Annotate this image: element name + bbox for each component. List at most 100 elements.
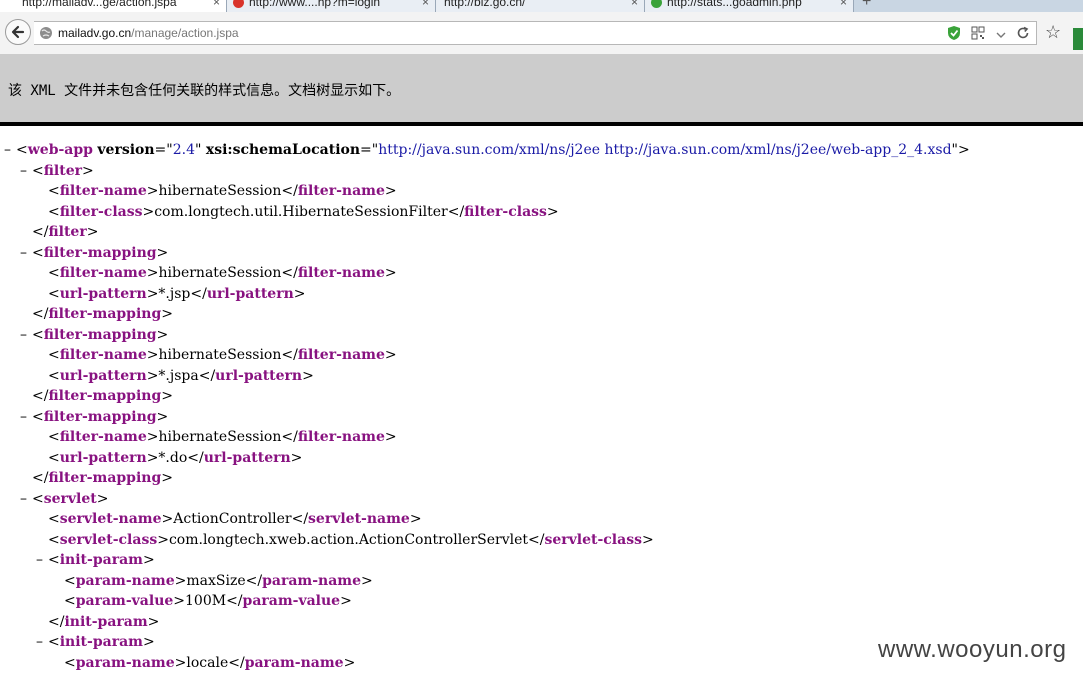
xml-line: – <filter-mapping> <box>20 325 168 345</box>
xml-attribute-value: 2.4 <box>172 142 195 158</box>
xml-text: *.do <box>158 449 188 466</box>
xml-punctuation: < <box>32 326 44 343</box>
xml-punctuation: </ <box>187 449 204 466</box>
xml-text: *.jspa <box>158 367 199 384</box>
xml-text: com.longtech.xweb.action.ActionControlle… <box>168 531 529 548</box>
xml-punctuation: < <box>48 634 60 650</box>
xml-punctuation: < <box>48 429 60 445</box>
xml-tag-name: filter-name <box>59 347 147 363</box>
xml-text: hibernateSession <box>158 347 282 363</box>
xml-notice-banner: 该 XML 文件并未包含任何关联的样式信息。文档树显示如下。 <box>0 54 1083 122</box>
xml-tag-name: filter-name <box>59 183 147 199</box>
xml-line: </init-param> <box>36 612 159 632</box>
xml-tag-name: init-param <box>64 613 148 630</box>
xml-line: <url-pattern>*.jspa</url-pattern> <box>36 366 314 386</box>
xml-punctuation: > <box>293 285 306 302</box>
divider <box>0 122 1083 126</box>
xml-text: locale <box>186 654 229 671</box>
tab-2-favicon-icon <box>233 0 244 8</box>
xml-line: <param-name>locale</param-name> <box>52 653 355 673</box>
close-icon[interactable]: × <box>213 0 220 8</box>
xml-punctuation: </ <box>48 613 65 630</box>
xml-punctuation: > <box>384 183 397 199</box>
xml-line: – <init-param> <box>36 550 155 570</box>
close-icon[interactable]: × <box>422 0 429 8</box>
xml-punctuation: > <box>641 531 654 548</box>
xml-punctuation: </ <box>228 654 245 671</box>
xml-line: – <init-param> <box>36 632 155 652</box>
xml-line: – <filter-mapping> <box>20 243 168 263</box>
xml-punctuation: < <box>48 511 60 527</box>
reload-icon[interactable] <box>1016 26 1030 45</box>
xml-punctuation: > <box>142 634 155 650</box>
xml-text: *.jsp <box>158 285 191 302</box>
xml-tag-name: param-value <box>242 593 341 609</box>
xml-punctuation: =" <box>154 142 173 158</box>
xml-text: maxSize <box>186 572 246 589</box>
tab-3-title: http://biz.go.cn/ <box>444 0 526 9</box>
qr-code-icon[interactable] <box>971 26 985 45</box>
tab-2-title: http://www....hp?m=login <box>249 0 381 9</box>
xml-punctuation: > <box>161 306 173 322</box>
bookmark-star-icon[interactable]: ☆ <box>1045 22 1061 42</box>
xml-line: <filter-name>hibernateSession</filter-na… <box>36 345 397 365</box>
collapse-toggle[interactable]: – <box>36 632 48 652</box>
toolbar-extension-icon[interactable] <box>1073 28 1083 50</box>
address-bar[interactable]: mailadv.go.cn/manage/action.jspa <box>34 21 1037 45</box>
tab-3[interactable]: http://biz.go.cn/ × <box>436 0 645 12</box>
xml-tag-name: filter-name <box>59 429 147 445</box>
xml-tag-name: filter-mapping <box>43 326 157 343</box>
tab-4[interactable]: http://stats...goadmin.php × <box>645 0 854 12</box>
xml-punctuation: > <box>161 511 174 527</box>
xml-line: – <servlet> <box>20 489 108 509</box>
xml-tag-name: param-name <box>262 572 361 589</box>
xml-text: com.longtech.util.HibernateSessionFilter <box>154 203 448 220</box>
xml-tag-name: filter-mapping <box>43 408 157 425</box>
xml-punctuation: < <box>16 142 28 158</box>
xml-punctuation: > <box>384 265 397 281</box>
xml-attribute-value: http://java.sun.com/xml/ns/j2ee http://j… <box>378 142 952 158</box>
back-button[interactable] <box>5 19 31 45</box>
collapse-toggle[interactable]: – <box>20 243 32 263</box>
new-tab-plus-icon[interactable]: + <box>862 0 871 10</box>
xml-line: <filter-name>hibernateSession</filter-na… <box>36 427 397 447</box>
xml-text: hibernateSession <box>158 429 282 445</box>
xml-line: <filter-name>hibernateSession</filter-na… <box>36 263 397 283</box>
collapse-toggle[interactable]: – <box>20 161 32 181</box>
xml-punctuation: < <box>32 490 44 507</box>
collapse-toggle[interactable]: – <box>4 140 16 160</box>
tab-1[interactable]: http://mailadv...ge/action.jspa × <box>0 0 227 12</box>
collapse-toggle[interactable]: – <box>20 325 32 345</box>
close-icon[interactable]: × <box>631 0 638 8</box>
collapse-toggle[interactable]: – <box>36 550 48 570</box>
xml-punctuation: < <box>48 265 60 281</box>
xml-tag-name: filter-mapping <box>48 470 162 486</box>
xml-punctuation: < <box>48 552 60 568</box>
xml-tag-name: filter-name <box>297 183 385 199</box>
xml-tag-name: servlet-class <box>59 531 158 548</box>
xml-punctuation: > <box>86 224 99 240</box>
xml-punctuation: > <box>147 613 160 630</box>
collapse-toggle[interactable]: – <box>20 407 32 427</box>
xml-punctuation: </ <box>226 593 243 609</box>
url-text: mailadv.go.cn/manage/action.jspa <box>58 26 239 41</box>
xml-tag-name: servlet <box>43 490 97 507</box>
dropdown-arrow-icon[interactable] <box>996 27 1006 45</box>
xml-punctuation: > <box>146 347 159 363</box>
xml-line: </filter> <box>20 222 98 242</box>
xml-line: <url-pattern>*.jsp</url-pattern> <box>36 284 306 304</box>
xml-punctuation: =" <box>360 142 379 158</box>
tab-2[interactable]: http://www....hp?m=login × <box>227 0 436 12</box>
xml-punctuation: </ <box>198 367 216 384</box>
shield-icon[interactable] <box>947 25 961 46</box>
url-host: mailadv.go.cn <box>58 26 132 40</box>
tab-4-favicon-icon <box>651 0 662 8</box>
tab-bar: http://mailadv...ge/action.jspa × http:/… <box>0 0 1083 12</box>
xml-tag-name: filter-class <box>59 203 143 220</box>
collapse-toggle[interactable]: – <box>20 489 32 509</box>
xml-punctuation: < <box>48 367 60 384</box>
xml-punctuation: " <box>194 142 206 158</box>
close-icon[interactable]: × <box>840 0 847 8</box>
xml-punctuation: > <box>156 408 169 425</box>
xml-punctuation: > <box>146 183 159 199</box>
